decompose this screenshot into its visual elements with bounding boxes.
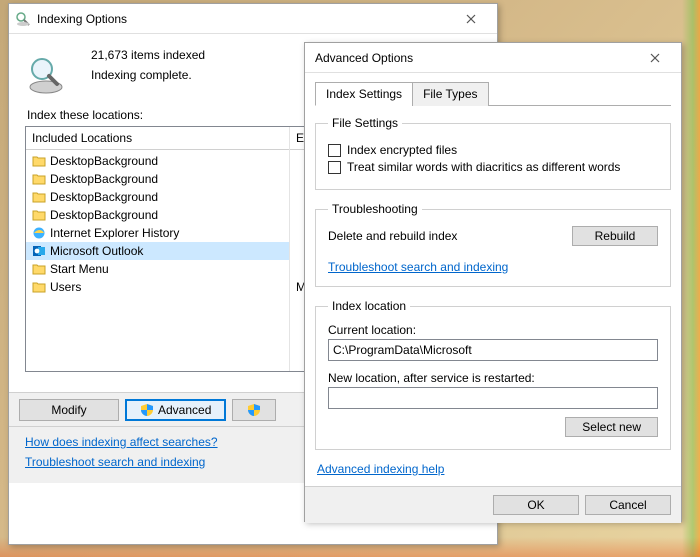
index-location-group: Index location Current location: New loc… [315, 299, 671, 450]
folder-icon [32, 172, 46, 186]
third-button[interactable] [232, 399, 276, 421]
diacritics-label: Treat similar words with diacritics as d… [347, 160, 620, 174]
tabstrip: Index Settings File Types [315, 81, 671, 106]
location-name: Start Menu [50, 262, 109, 276]
tab-index-settings[interactable]: Index Settings [315, 82, 413, 106]
location-name: Users [50, 280, 81, 294]
location-row[interactable]: Users [26, 278, 289, 296]
encrypted-label: Index encrypted files [347, 143, 457, 157]
modify-button[interactable]: Modify [19, 399, 119, 421]
advanced-button-label: Advanced [158, 403, 211, 417]
location-row[interactable]: Start Menu [26, 260, 289, 278]
ok-button[interactable]: OK [493, 495, 579, 515]
troubleshoot-link[interactable]: Troubleshoot search and indexing [25, 455, 205, 469]
tab-file-types[interactable]: File Types [412, 82, 488, 106]
location-row[interactable]: DesktopBackground [26, 188, 289, 206]
shield-icon [140, 403, 154, 417]
close-button[interactable] [635, 47, 675, 69]
items-indexed-text: 21,673 items indexed [91, 48, 205, 62]
folder-icon [32, 280, 46, 294]
index-location-legend: Index location [328, 299, 410, 313]
close-button[interactable] [451, 8, 491, 30]
select-new-button[interactable]: Select new [565, 417, 658, 437]
how-affects-link[interactable]: How does indexing affect searches? [25, 435, 218, 449]
magnifier-drive-icon [25, 54, 67, 96]
folder-icon [32, 190, 46, 204]
outlook-icon [32, 244, 46, 258]
window-body: Index Settings File Types File Settings … [305, 73, 681, 486]
advanced-button[interactable]: Advanced [125, 399, 226, 421]
location-row[interactable]: Microsoft Outlook [26, 242, 289, 260]
close-icon [466, 14, 476, 24]
rebuild-label: Delete and rebuild index [328, 229, 457, 243]
troubleshooting-legend: Troubleshooting [328, 202, 422, 216]
indexing-status-text: Indexing complete. [91, 68, 205, 82]
file-settings-legend: File Settings [328, 116, 402, 130]
location-name: DesktopBackground [50, 190, 158, 204]
column-header-included[interactable]: Included Locations [26, 127, 289, 150]
location-name: Internet Explorer History [50, 226, 179, 240]
new-location-label: New location, after service is restarted… [328, 371, 658, 385]
titlebar[interactable]: Indexing Options [9, 4, 497, 34]
new-location-field[interactable] [328, 387, 658, 409]
file-settings-group: File Settings Index encrypted files Trea… [315, 116, 671, 190]
current-location-field[interactable] [328, 339, 658, 361]
dialog-footer: OK Cancel [305, 486, 681, 523]
current-location-label: Current location: [328, 323, 658, 337]
location-name: DesktopBackground [50, 172, 158, 186]
window-title: Advanced Options [311, 51, 635, 65]
window-title: Indexing Options [37, 12, 451, 26]
location-row[interactable]: DesktopBackground [26, 170, 289, 188]
shield-icon [247, 403, 261, 417]
location-name: DesktopBackground [50, 154, 158, 168]
ie-icon [32, 226, 46, 240]
advanced-options-window: Advanced Options Index Settings File Typ… [304, 42, 682, 522]
indexing-icon [15, 11, 31, 27]
troubleshooting-group: Troubleshooting Delete and rebuild index… [315, 202, 671, 287]
troubleshoot-search-link[interactable]: Troubleshoot search and indexing [328, 260, 508, 274]
location-row[interactable]: DesktopBackground [26, 206, 289, 224]
encrypted-checkbox[interactable] [328, 144, 341, 157]
rebuild-button[interactable]: Rebuild [572, 226, 658, 246]
location-name: Microsoft Outlook [50, 244, 143, 258]
folder-icon [32, 154, 46, 168]
location-name: DesktopBackground [50, 208, 158, 222]
location-row[interactable]: DesktopBackground [26, 152, 289, 170]
titlebar[interactable]: Advanced Options [305, 43, 681, 73]
advanced-indexing-help-link[interactable]: Advanced indexing help [317, 462, 444, 476]
location-row[interactable]: Internet Explorer History [26, 224, 289, 242]
folder-icon [32, 262, 46, 276]
close-icon [650, 53, 660, 63]
desktop-background-edge [682, 0, 700, 557]
diacritics-checkbox[interactable] [328, 161, 341, 174]
folder-icon [32, 208, 46, 222]
cancel-button[interactable]: Cancel [585, 495, 671, 515]
